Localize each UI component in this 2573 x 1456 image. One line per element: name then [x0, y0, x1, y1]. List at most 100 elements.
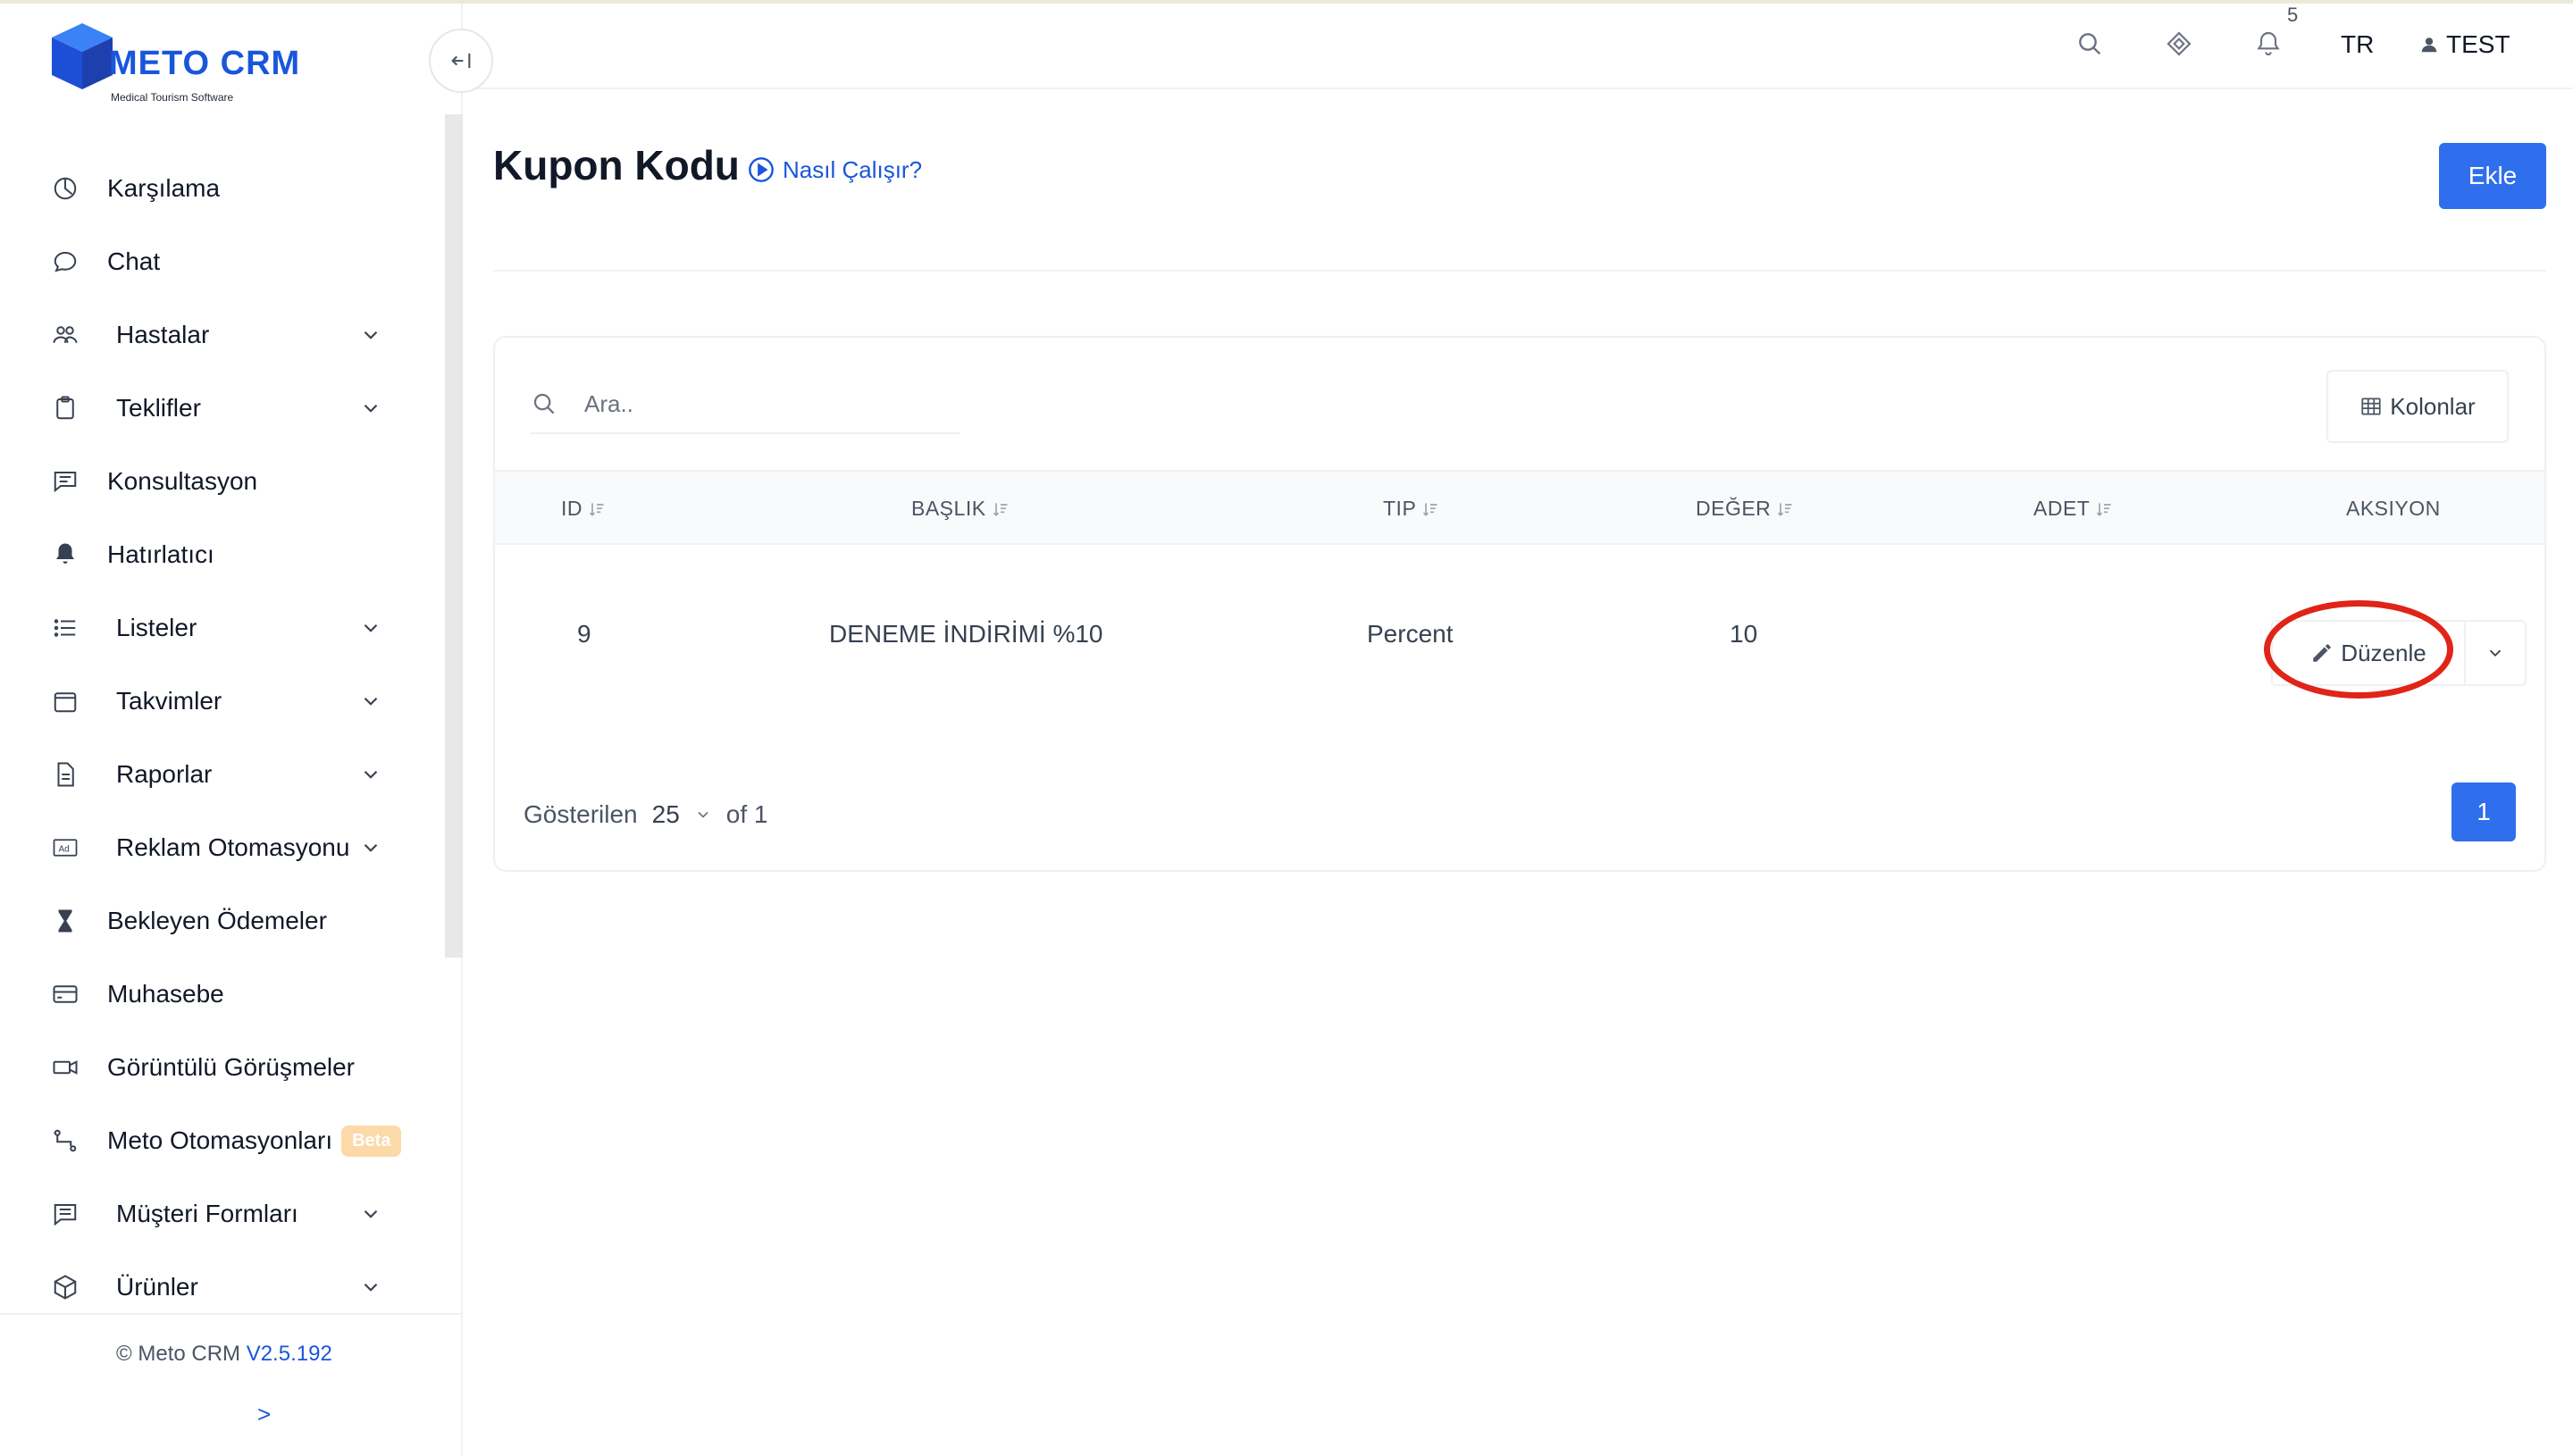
chevron-down-icon [364, 404, 378, 413]
list-icon [50, 613, 80, 643]
chevron-down-icon [364, 623, 378, 632]
chevron-down-icon [364, 1209, 378, 1218]
sort-icon [1423, 502, 1437, 516]
sidebar-item-label: Görüntülü Görüşmeler [107, 1053, 356, 1081]
header-value[interactable]: DEĞER [1696, 497, 1794, 521]
sidebar-item-hastalar[interactable]: Hastalar [0, 298, 447, 372]
beta-badge: Beta [341, 1125, 402, 1157]
sidebar-item-label: Muhasebe [107, 980, 224, 1008]
sidebar-footer: © Meto CRM V2.5.192 > [0, 1313, 463, 1456]
chevron-down-icon[interactable] [694, 806, 712, 824]
chevron-down-icon [2489, 649, 2502, 657]
notification-count: 5 [2287, 4, 2299, 26]
page-title: Kupon Kodu [493, 142, 740, 188]
header-action: AKSIYON [2346, 497, 2441, 521]
users-icon [50, 320, 80, 350]
arrow-left-bar-icon [451, 53, 471, 69]
pagination-info: Gösterilen 25 of 1 [524, 800, 767, 829]
calendar-icon [50, 686, 80, 716]
sidebar-item-bekleyen-odemeler[interactable]: Bekleyen Ödemeler [0, 884, 447, 958]
header-label: DEĞER [1696, 497, 1772, 520]
header-id[interactable]: ID [561, 497, 606, 521]
bell-icon [50, 540, 80, 570]
user-menu[interactable]: TEST [2419, 30, 2510, 59]
sidebar-item-takvimler[interactable]: Takvimler [0, 665, 447, 738]
box-icon [50, 1272, 80, 1302]
notification-bell-icon[interactable] [2251, 27, 2285, 61]
page-button-current[interactable]: 1 [2451, 782, 2516, 841]
sidebar-item-konsultasyon[interactable]: Konsultasyon [0, 445, 447, 518]
how-it-works-link[interactable]: Nasıl Çalışır? [747, 155, 922, 184]
sidebar-item-musteri-formlari[interactable]: Müşteri Formları [0, 1177, 447, 1251]
sidebar-item-label: Hatırlatıcı [107, 540, 214, 568]
sidebar-item-listeler[interactable]: Listeler [0, 591, 447, 665]
sidebar-item-label: Ürünler [116, 1273, 198, 1301]
chevron-down-icon [364, 697, 378, 706]
header-label: ADET [2033, 497, 2091, 520]
columns-label: Kolonlar [2390, 392, 2476, 420]
sidebar-item-meto-otomasyonlari[interactable]: Meto Otomasyonları Beta [0, 1104, 447, 1177]
logo-subtitle: Medical Tourism Software [111, 91, 234, 104]
collapse-sidebar-button[interactable] [429, 29, 493, 93]
ad-icon: Ad [50, 833, 80, 863]
sidebar-item-label: Konsultasyon [107, 467, 258, 495]
clipboard-icon [50, 393, 80, 423]
search-box [531, 375, 960, 434]
search-input[interactable] [584, 389, 924, 418]
sidebar-item-label: Müşteri Formları [116, 1200, 298, 1227]
sidebar-item-label: Hastalar [116, 321, 210, 348]
sort-icon [1778, 502, 1792, 516]
language-switcher[interactable]: TR [2341, 30, 2374, 59]
flow-icon [50, 1125, 80, 1156]
play-circle-icon [749, 157, 774, 182]
sidebar-item-muhasebe[interactable]: Muhasebe [0, 958, 447, 1031]
sidebar-item-label: Karşılama [107, 174, 221, 202]
how-it-works-label: Nasıl Çalışır? [783, 155, 923, 183]
chat-bubble-icon [50, 247, 80, 277]
version-link[interactable]: V2.5.192 [247, 1342, 332, 1366]
user-name: TEST [2446, 30, 2510, 58]
message-square-icon [50, 466, 80, 497]
sort-icon [2097, 502, 2111, 516]
sidebar-item-reklam-otomasyonu[interactable]: Ad Reklam Otomasyonu [0, 811, 447, 884]
sidebar-item-teklifler[interactable]: Teklifler [0, 372, 447, 445]
header-label: ID [561, 497, 582, 520]
header-type[interactable]: TIP [1383, 497, 1439, 521]
pencil-icon [2313, 644, 2332, 662]
sidebar-item-label: Meto Otomasyonları [107, 1126, 333, 1154]
sidebar-item-karsilama[interactable]: Karşılama [0, 152, 447, 225]
edit-button[interactable]: Düzenle [2273, 622, 2464, 684]
copyright-text: © Meto CRM [116, 1342, 241, 1366]
cell-title: DENEME İNDİRİMİ %10 [829, 620, 1103, 648]
add-button[interactable]: Ekle [2439, 143, 2546, 209]
chevron-down-icon [364, 843, 378, 852]
table-icon [2361, 397, 2381, 415]
diamond-icon[interactable] [2162, 27, 2196, 61]
row-actions: Düzenle [2271, 620, 2527, 686]
cell-type: Percent [1367, 620, 1454, 648]
chevron-down-icon [364, 770, 378, 779]
sidebar-item-goruntulu-gorusmeler[interactable]: Görüntülü Görüşmeler [0, 1031, 447, 1104]
sidebar-item-hatirlatici[interactable]: Hatırlatıcı [0, 518, 447, 591]
page-size-select[interactable]: 25 [652, 800, 680, 829]
sidebar: METO CRM Medical Tourism Software Karşıl… [0, 4, 463, 1456]
more-actions-button[interactable] [2464, 622, 2525, 684]
chevron-down-icon [364, 1283, 378, 1292]
columns-button[interactable]: Kolonlar [2326, 370, 2509, 443]
logo-text: METO CRM [109, 45, 301, 82]
cell-value: 10 [1730, 620, 1758, 648]
header-label: TIP [1383, 497, 1417, 520]
search-icon[interactable] [2073, 27, 2107, 61]
sidebar-item-label: Reklam Otomasyonu [116, 833, 350, 861]
sort-icon [589, 502, 604, 516]
sidebar-item-raporlar[interactable]: Raporlar [0, 738, 447, 811]
file-report-icon [50, 759, 80, 790]
expand-sidebar-button[interactable]: > [257, 1401, 271, 1428]
user-icon [2421, 38, 2437, 53]
chevron-down-icon [364, 331, 378, 339]
header-count[interactable]: ADET [2033, 497, 2113, 521]
sidebar-item-label: Chat [107, 247, 161, 275]
sidebar-scrollbar[interactable] [445, 114, 463, 958]
sidebar-item-chat[interactable]: Chat [0, 225, 447, 298]
header-title[interactable]: BAŞLIK [911, 497, 1010, 521]
